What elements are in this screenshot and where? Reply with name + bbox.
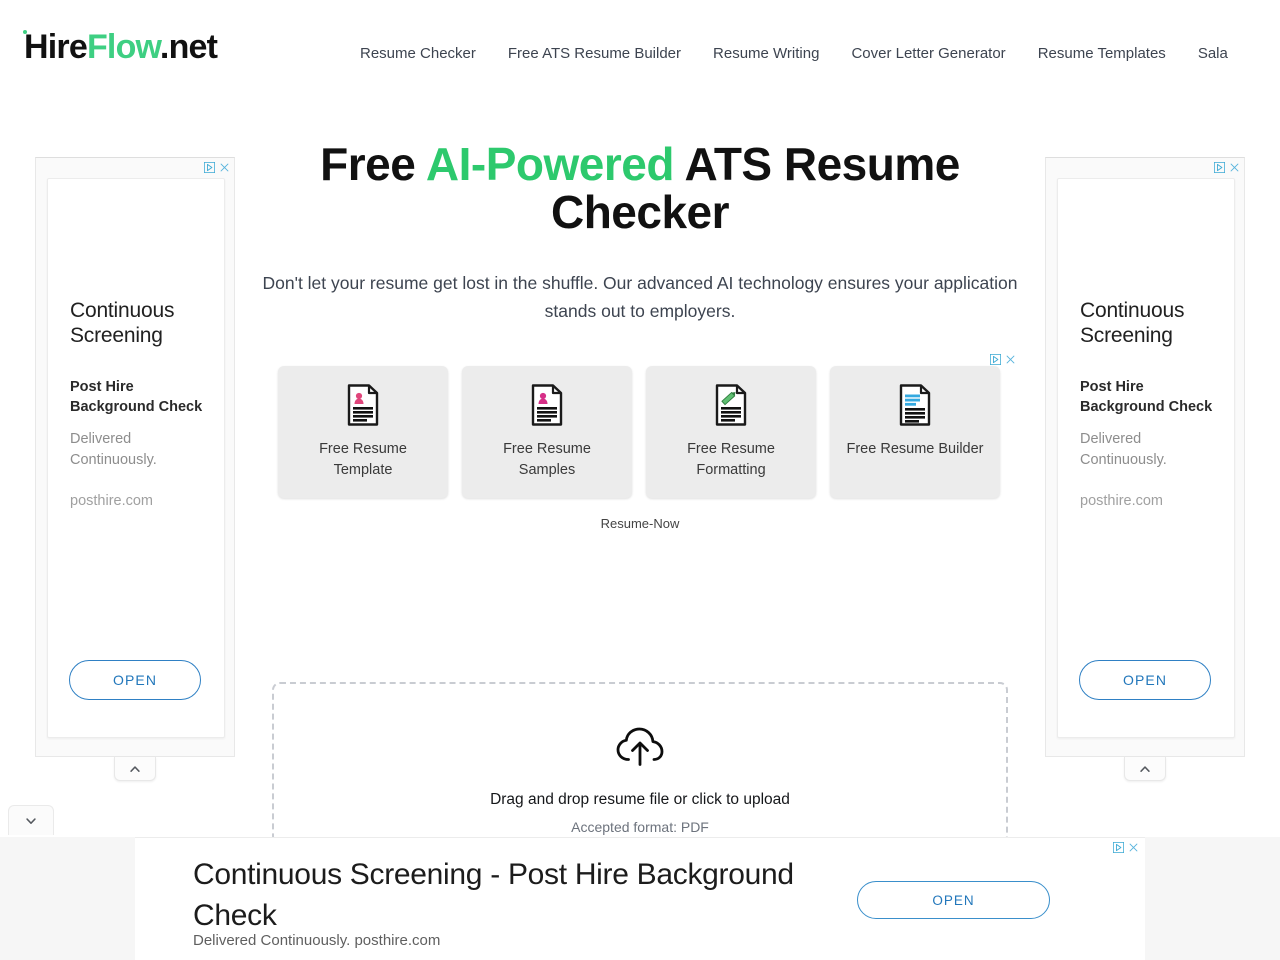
- right-ad-open-button[interactable]: OPEN: [1079, 660, 1211, 700]
- left-ad-creative[interactable]: Continuous Screening Post Hire Backgroun…: [47, 178, 225, 738]
- dropzone-primary-text: Drag and drop resume file or click to up…: [490, 791, 790, 808]
- resume-promo-card-row: Free Resume Template Free Resume Samples: [278, 366, 1000, 498]
- logo-text-accent: Flow: [86, 28, 161, 66]
- right-ad-url: posthire.com: [1080, 493, 1164, 509]
- nav-item-salary[interactable]: Sala: [1198, 44, 1228, 64]
- cloud-upload-icon: [616, 727, 664, 766]
- left-ad-open-button[interactable]: OPEN: [69, 660, 201, 700]
- right-ad-choices-controls: [1214, 160, 1240, 174]
- left-ad-url: posthire.com: [70, 493, 154, 509]
- site-logo[interactable]: HireFlow.net: [22, 28, 218, 66]
- resume-document-lines-icon: [899, 384, 931, 426]
- hero-subtitle: Don't let your resume get lost in the sh…: [262, 272, 1018, 321]
- resume-document-person-icon: [531, 384, 563, 426]
- promo-card-free-resume-builder[interactable]: Free Resume Builder: [830, 366, 1000, 498]
- bottom-ad-open-button[interactable]: OPEN: [857, 881, 1050, 919]
- middle-ad-advertiser: Resume-Now: [600, 516, 680, 531]
- nav-item-resume-checker[interactable]: Resume Checker: [360, 44, 476, 64]
- promo-card-free-resume-formatting[interactable]: Free Resume Formatting: [646, 366, 816, 498]
- left-ad-collapse-button[interactable]: [114, 757, 156, 781]
- adchoices-icon[interactable]: [1113, 842, 1124, 853]
- bottom-banner-creative[interactable]: Continuous Screening - Post Hire Backgro…: [135, 838, 1145, 960]
- right-ad-creative[interactable]: Continuous Screening Post Hire Backgroun…: [1057, 178, 1235, 738]
- close-icon[interactable]: [1128, 842, 1139, 853]
- nav-item-cover-letter-generator[interactable]: Cover Letter Generator: [851, 44, 1005, 64]
- bottom-ad-headline: Continuous Screening - Post Hire Backgro…: [193, 858, 794, 932]
- page-title-accent: AI-Powered: [425, 138, 675, 190]
- promo-card-free-resume-samples[interactable]: Free Resume Samples: [462, 366, 632, 498]
- promo-card-label: Free Resume Formatting: [687, 441, 775, 478]
- resume-document-person-icon: [347, 384, 379, 426]
- adchoices-icon[interactable]: [204, 161, 215, 173]
- left-sidebar-ad: Continuous Screening Post Hire Backgroun…: [35, 157, 235, 757]
- right-sidebar-ad: Continuous Screening Post Hire Backgroun…: [1045, 157, 1245, 757]
- main-navigation: Resume Checker Free ATS Resume Builder R…: [360, 44, 1228, 64]
- nav-item-resume-writing[interactable]: Resume Writing: [713, 44, 819, 64]
- logo-dot-icon: [23, 29, 27, 34]
- resume-upload-dropzone[interactable]: Drag and drop resume file or click to up…: [272, 682, 1008, 844]
- adchoices-icon[interactable]: [1214, 161, 1225, 173]
- left-ad-subheadline: Post Hire Background Check: [70, 379, 203, 416]
- left-ad-choices-controls: [204, 160, 230, 174]
- hero-section: Free AI-Powered ATS Resume Checker Don't…: [260, 140, 1020, 325]
- page-title-part1: Free: [320, 138, 426, 190]
- bottom-ad-description: Delivered Continuously. posthire.com: [193, 932, 441, 949]
- site-header: HireFlow.net Resume Checker Free ATS Res…: [0, 0, 1280, 105]
- right-ad-collapse-button[interactable]: [1124, 757, 1166, 781]
- nav-item-free-ats-resume-builder[interactable]: Free ATS Resume Builder: [508, 44, 681, 64]
- nav-item-resume-templates[interactable]: Resume Templates: [1038, 44, 1166, 64]
- logo-text-pre: Hire: [24, 28, 88, 66]
- close-icon[interactable]: [219, 162, 230, 173]
- dropzone-accepted-format: Accepted format: PDF: [571, 819, 709, 835]
- right-ad-description: Delivered Continuously.: [1080, 431, 1167, 469]
- promo-card-label: Free Resume Samples: [503, 441, 591, 478]
- page-expand-tab[interactable]: [8, 805, 54, 835]
- left-ad-headline: Continuous Screening: [70, 299, 175, 347]
- middle-ad-choices-controls: [990, 352, 1016, 366]
- chevron-up-icon: [130, 765, 140, 772]
- promo-card-label: Free Resume Builder: [846, 441, 984, 457]
- bottom-banner-ad: Continuous Screening - Post Hire Backgro…: [135, 837, 1145, 960]
- resume-document-pencil-icon: [715, 384, 747, 426]
- right-ad-subheadline: Post Hire Background Check: [1080, 379, 1213, 416]
- page-title: Free AI-Powered ATS Resume Checker: [260, 140, 1020, 237]
- chevron-down-icon: [26, 817, 36, 824]
- right-ad-headline: Continuous Screening: [1080, 299, 1185, 347]
- promo-card-label: Free Resume Template: [319, 441, 407, 478]
- bottom-gutter-right: [1145, 837, 1280, 960]
- chevron-up-icon: [1140, 765, 1150, 772]
- promo-card-free-resume-template[interactable]: Free Resume Template: [278, 366, 448, 498]
- logo-text-suffix: .net: [159, 28, 218, 66]
- bottom-gutter-left: [0, 837, 135, 960]
- bottom-ad-choices-controls: [1113, 842, 1139, 853]
- left-ad-description: Delivered Continuously.: [70, 431, 157, 469]
- close-icon[interactable]: [1005, 354, 1016, 365]
- close-icon[interactable]: [1229, 162, 1240, 173]
- adchoices-icon[interactable]: [990, 353, 1001, 365]
- middle-banner-ad: Free Resume Template Free Resume Samples: [262, 348, 1018, 536]
